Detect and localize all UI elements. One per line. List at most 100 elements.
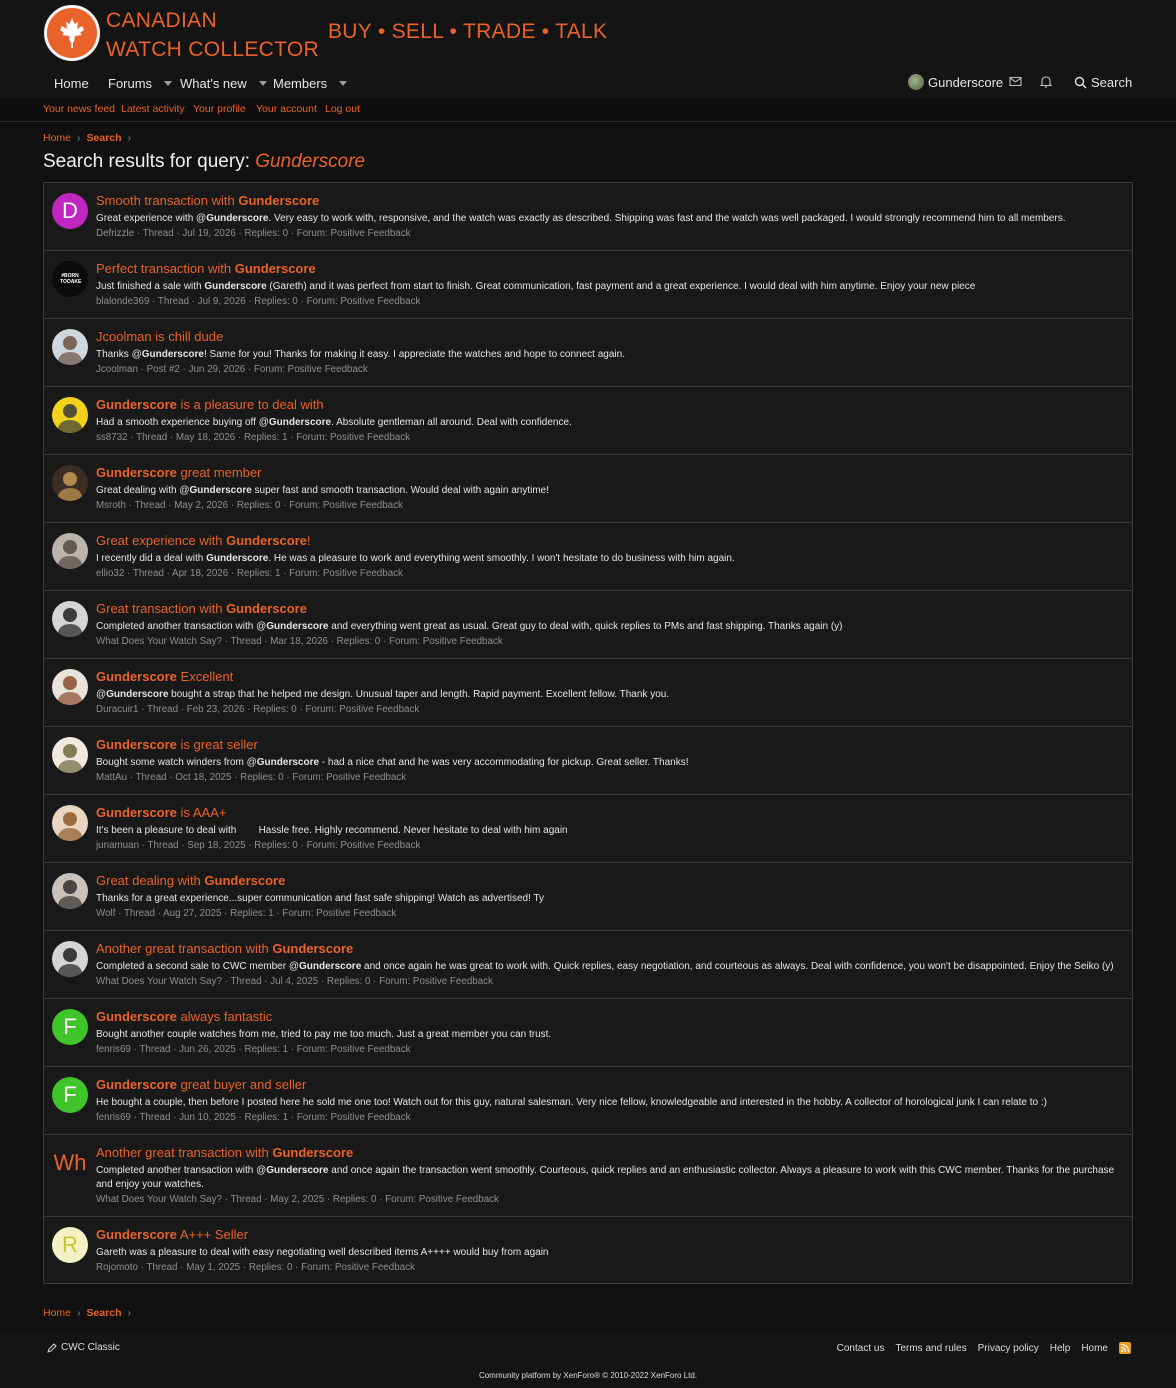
- user-avatar[interactable]: [52, 805, 88, 841]
- caret-down-icon[interactable]: [339, 81, 348, 86]
- result-meta[interactable]: What Does Your Watch Say? · Thread · Mar…: [96, 636, 503, 647]
- search-result-item[interactable]: #BORN TOOAKE Perfect transaction with Gun…: [44, 251, 1132, 319]
- user-avatar[interactable]: Wh: [52, 1145, 88, 1181]
- result-title[interactable]: Gunderscore great member: [96, 465, 261, 480]
- footer-contact-us[interactable]: Contact us: [837, 1343, 885, 1354]
- user-avatar[interactable]: [52, 873, 88, 909]
- result-meta[interactable]: fenris69 · Thread · Jun 10, 2025 · Repli…: [96, 1112, 411, 1123]
- user-avatar[interactable]: F: [52, 1077, 88, 1113]
- search-result-item[interactable]: F Gunderscore always fantastic Bought anot…: [44, 999, 1132, 1067]
- search-result-item[interactable]: Gunderscore is great seller Bought some w…: [44, 727, 1132, 795]
- search-result-item[interactable]: Gunderscore great member Great dealing wi…: [44, 455, 1132, 523]
- footer-home[interactable]: Home: [1081, 1343, 1108, 1354]
- search-result-item[interactable]: Gunderscore is AAA+ It's been a pleasure …: [44, 795, 1132, 863]
- user-avatar[interactable]: [52, 737, 88, 773]
- nav-members[interactable]: Members: [273, 76, 348, 91]
- result-title[interactable]: Smooth transaction with Gunderscore: [96, 193, 319, 208]
- result-meta[interactable]: blalonde369 · Thread · Jul 9, 2026 · Rep…: [96, 296, 420, 307]
- search-result-item[interactable]: F Gunderscore great buyer and seller He bo…: [44, 1067, 1132, 1135]
- result-title[interactable]: Great dealing with Gunderscore: [96, 873, 285, 888]
- breadcrumb-home[interactable]: Home: [43, 1307, 71, 1319]
- result-meta[interactable]: Jcoolman · Post #2 · Jun 29, 2026 · Foru…: [96, 364, 368, 375]
- nav-home[interactable]: Home: [54, 76, 89, 91]
- user-avatar[interactable]: [52, 669, 88, 705]
- result-title[interactable]: Great experience with Gunderscore!: [96, 533, 311, 548]
- result-title[interactable]: Jcoolman is chill dude: [96, 329, 223, 344]
- account-menu[interactable]: Gunderscore: [908, 74, 1003, 90]
- result-meta[interactable]: What Does Your Watch Say? · Thread · May…: [96, 1194, 499, 1205]
- result-snippet: He bought a couple, then before I posted…: [96, 1096, 1122, 1110]
- user-avatar[interactable]: R: [52, 1227, 88, 1263]
- user-avatar[interactable]: #BORN TOOAKE: [52, 261, 88, 297]
- result-title[interactable]: Gunderscore is great seller: [96, 737, 258, 752]
- result-title[interactable]: Gunderscore great buyer and seller: [96, 1077, 306, 1092]
- search-query[interactable]: Gunderscore: [255, 151, 365, 172]
- user-avatar[interactable]: F: [52, 1009, 88, 1045]
- nav-members-label: Members: [273, 76, 328, 91]
- maple-leaf-logo[interactable]: [44, 5, 100, 61]
- search-result-item[interactable]: Jcoolman is chill dude Thanks @Gunderscor…: [44, 319, 1132, 387]
- style-chooser[interactable]: CWC Classic: [47, 1342, 120, 1353]
- user-avatar[interactable]: [52, 601, 88, 637]
- nav-whats-new[interactable]: What's new: [180, 76, 267, 91]
- result-snippet-text: super fast and smooth transaction. Would…: [251, 485, 549, 496]
- result-title[interactable]: Gunderscore is a pleasure to deal with: [96, 397, 324, 412]
- result-meta[interactable]: What Does Your Watch Say? · Thread · Jul…: [96, 976, 493, 987]
- result-title[interactable]: Great transaction with Gunderscore: [96, 601, 307, 616]
- result-title[interactable]: Gunderscore always fantastic: [96, 1009, 272, 1024]
- result-meta[interactable]: junamuan · Thread · Sep 18, 2025 · Repli…: [96, 840, 420, 851]
- search-result-item[interactable]: Wh Another great transaction with Gunders…: [44, 1135, 1132, 1217]
- subnav-your-profile[interactable]: Your profile: [193, 103, 246, 115]
- search-result-item[interactable]: Great experience with Gunderscore! I rece…: [44, 523, 1132, 591]
- result-title[interactable]: Gunderscore is AAA+: [96, 805, 226, 820]
- footer-terms[interactable]: Terms and rules: [895, 1343, 966, 1354]
- result-meta[interactable]: ss8732 · Thread · May 18, 2026 · Replies…: [96, 432, 410, 443]
- bell-icon[interactable]: [1040, 75, 1052, 88]
- result-title[interactable]: Gunderscore Excellent: [96, 669, 233, 684]
- result-meta[interactable]: Wolf · Thread · Aug 27, 2025 · Replies: …: [96, 908, 396, 919]
- subnav-news-feed[interactable]: Your news feed: [43, 103, 115, 115]
- caret-down-icon[interactable]: [258, 81, 267, 86]
- breadcrumb-search[interactable]: Search: [87, 132, 122, 144]
- subnav-latest-activity[interactable]: Latest activity: [121, 103, 185, 115]
- search-result-item[interactable]: Great transaction with Gunderscore Comple…: [44, 591, 1132, 659]
- result-meta[interactable]: ellio32 · Thread · Apr 18, 2026 · Replie…: [96, 568, 403, 579]
- result-title-text: Another great transaction with: [96, 941, 273, 956]
- result-title[interactable]: Another great transaction with Gundersco…: [96, 941, 353, 956]
- footer-privacy[interactable]: Privacy policy: [978, 1343, 1039, 1354]
- nav-forums[interactable]: Forums: [108, 76, 173, 91]
- breadcrumb-home[interactable]: Home: [43, 132, 71, 144]
- result-title[interactable]: Perfect transaction with Gunderscore: [96, 261, 316, 276]
- user-avatar[interactable]: [52, 329, 88, 365]
- result-snippet-text: . Absolute gentleman all around. Deal wi…: [331, 417, 572, 428]
- footer-help[interactable]: Help: [1050, 1343, 1071, 1354]
- caret-down-icon[interactable]: [164, 81, 173, 86]
- rss-icon[interactable]: [1119, 1342, 1131, 1354]
- user-avatar[interactable]: [52, 397, 88, 433]
- result-meta[interactable]: Duracuir1 · Thread · Feb 23, 2026 · Repl…: [96, 704, 419, 715]
- search-result-item[interactable]: D Smooth transaction with Gunderscore Grea…: [44, 183, 1132, 251]
- brand-name[interactable]: CANADIAN WATCH COLLECTOR: [106, 6, 319, 64]
- subnav-log-out[interactable]: Log out: [325, 103, 360, 115]
- search-button[interactable]: Search: [1074, 75, 1132, 90]
- search-result-item[interactable]: Gunderscore Excellent @Gunderscore bought…: [44, 659, 1132, 727]
- breadcrumb-search[interactable]: Search: [87, 1307, 122, 1319]
- result-title[interactable]: Another great transaction with Gundersco…: [96, 1145, 353, 1160]
- search-result-item[interactable]: Gunderscore is a pleasure to deal with Ha…: [44, 387, 1132, 455]
- user-avatar[interactable]: [52, 941, 88, 977]
- result-meta[interactable]: fenris69 · Thread · Jun 26, 2025 · Repli…: [96, 1044, 411, 1055]
- inbox-icon[interactable]: [1009, 75, 1022, 88]
- result-title[interactable]: Gunderscore A+++ Seller: [96, 1227, 248, 1242]
- search-result-item[interactable]: R Gunderscore A+++ Seller Gareth was a ple…: [44, 1217, 1132, 1285]
- result-meta[interactable]: Defrizzle · Thread · Jul 19, 2026 · Repl…: [96, 228, 411, 239]
- result-meta[interactable]: Rojomoto · Thread · May 1, 2025 · Replie…: [96, 1262, 415, 1273]
- user-avatar[interactable]: D: [52, 193, 88, 229]
- subnav-your-account[interactable]: Your account: [256, 103, 317, 115]
- search-result-item[interactable]: Another great transaction with Gundersco…: [44, 931, 1132, 999]
- result-meta[interactable]: MattAu · Thread · Oct 18, 2025 · Replies…: [96, 772, 406, 783]
- result-snippet: Completed another transaction with @Gund…: [96, 1164, 1122, 1192]
- user-avatar[interactable]: [52, 533, 88, 569]
- search-result-item[interactable]: Great dealing with Gunderscore Thanks for…: [44, 863, 1132, 931]
- result-meta[interactable]: Msroth · Thread · May 2, 2026 · Replies:…: [96, 500, 403, 511]
- user-avatar[interactable]: [52, 465, 88, 501]
